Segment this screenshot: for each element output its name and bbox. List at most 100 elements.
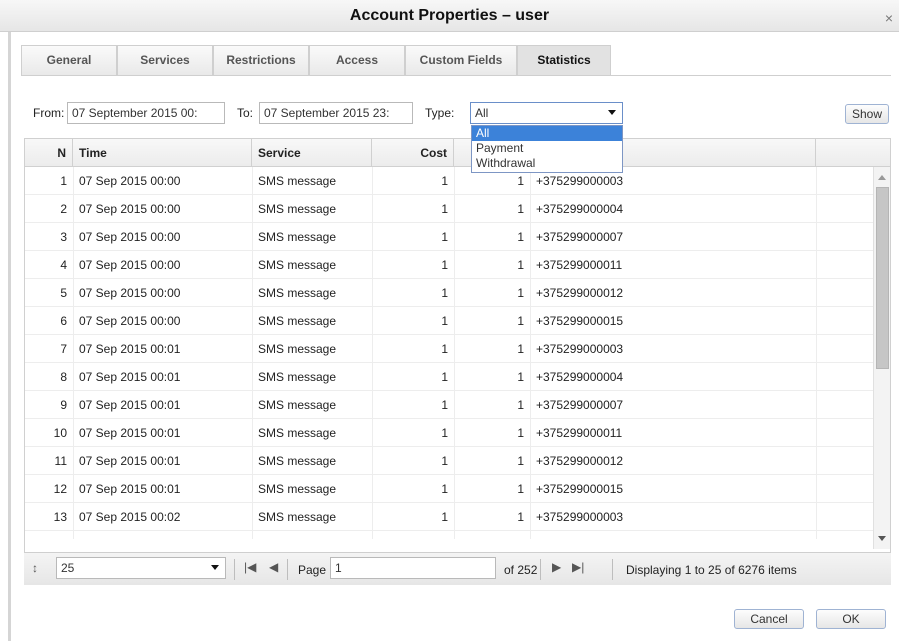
cell-count: 1 <box>517 510 524 524</box>
table-row[interactable]: 8 07 Sep 2015 00:01 SMS message 1 1 +37529900… <box>25 363 873 391</box>
column-separator <box>816 167 817 195</box>
table-row[interactable]: 1407 Sep 2015 00:02SMS message11+3752990… <box>25 531 873 539</box>
cell-n: 8 <box>60 370 67 384</box>
cancel-button[interactable]: Cancel <box>734 609 804 629</box>
from-date-field[interactable]: 07 September 2015 00: <box>67 102 225 124</box>
cell-service: SMS message <box>258 258 337 272</box>
type-dropdown-list: All Payment Withdrawal <box>471 125 623 173</box>
cell-time: 07 Sep 2015 00:01 <box>79 370 181 384</box>
resize-icon[interactable]: ↕ <box>32 561 38 575</box>
tab-restrictions[interactable]: Restrictions <box>213 45 309 75</box>
tab-services[interactable]: Services <box>117 45 213 75</box>
column-header-time[interactable]: Time <box>73 139 252 167</box>
scroll-down-icon[interactable] <box>878 536 886 541</box>
cell-n: 11 <box>54 454 67 468</box>
column-separator <box>816 195 817 223</box>
cell-service: SMS message <box>258 342 337 356</box>
cell-time: 07 Sep 2015 00:00 <box>79 286 181 300</box>
cell-recipient: +375299000003 <box>536 510 624 524</box>
cell-n: 3 <box>60 230 67 244</box>
column-separator <box>816 475 817 503</box>
next-page-icon[interactable]: ▶ <box>552 560 561 574</box>
type-select[interactable]: All <box>470 102 623 124</box>
table-row[interactable]: 2 07 Sep 2015 00:00 SMS message 1 1 +37529900… <box>25 195 873 223</box>
tab-custom-fields[interactable]: Custom Fields <box>405 45 517 75</box>
vertical-scrollbar[interactable] <box>873 167 890 549</box>
column-separator <box>816 335 817 363</box>
table-row[interactable]: 6 07 Sep 2015 00:00 SMS message 1 1 +37529900… <box>25 307 873 335</box>
pager-separator <box>234 559 235 580</box>
grid-header: N Time Service Cost <box>25 139 890 167</box>
filter-row: From: 07 September 2015 00: To: 07 Septe… <box>0 100 899 126</box>
table-row[interactable]: 10 07 Sep 2015 00:01 SMS message 1 1 +3752990… <box>25 419 873 447</box>
table-row[interactable]: 5 07 Sep 2015 00:00 SMS message 1 1 +37529900… <box>25 279 873 307</box>
table-row[interactable]: 4 07 Sep 2015 00:00 SMS message 1 1 +37529900… <box>25 251 873 279</box>
column-separator <box>816 307 817 335</box>
type-option-all[interactable]: All <box>472 126 622 141</box>
cell-time: 07 Sep 2015 00:01 <box>79 398 181 412</box>
column-header-service[interactable]: Service <box>252 139 372 167</box>
table-row[interactable]: 9 07 Sep 2015 00:01 SMS message 1 1 +37529900… <box>25 391 873 419</box>
table-row[interactable]: 7 07 Sep 2015 00:01 SMS message 1 1 +37529900… <box>25 335 873 363</box>
cell-count: 1 <box>517 454 524 468</box>
cell-service: SMS message <box>258 202 337 216</box>
cell-n: 12 <box>53 482 67 496</box>
ok-button[interactable]: OK <box>816 609 886 629</box>
last-page-icon[interactable]: ▶| <box>572 560 584 574</box>
cell-service: SMS message <box>252 531 372 539</box>
cell-cost: 1 <box>441 174 448 188</box>
cell-service: SMS message <box>258 510 337 524</box>
cell-recipient: +375299000007 <box>536 230 624 244</box>
first-page-icon[interactable]: |◀ <box>244 560 256 574</box>
cell-count: 1 <box>517 370 524 384</box>
table-row[interactable]: 12 07 Sep 2015 00:01 SMS message 1 1 +3752990… <box>25 475 873 503</box>
cell-recipient: +375299000012 <box>536 454 624 468</box>
table-row[interactable]: 11 07 Sep 2015 00:01 SMS message 1 1 +3752990… <box>25 447 873 475</box>
pager-separator <box>540 559 541 580</box>
cell-recipient: +375299000015 <box>536 482 624 496</box>
cell-recipient: +375299000011 <box>536 258 623 272</box>
show-button[interactable]: Show <box>845 104 889 124</box>
cell-count: 1 <box>517 398 524 412</box>
prev-page-icon[interactable]: ◀ <box>269 560 278 574</box>
cell-time: 07 Sep 2015 00:02 <box>73 531 252 539</box>
cell-cost: 1 <box>441 230 448 244</box>
cell-count: 1 <box>454 531 530 539</box>
cell-count: 1 <box>517 342 524 356</box>
tab-statistics[interactable]: Statistics <box>517 45 611 75</box>
scroll-thumb[interactable] <box>876 187 889 369</box>
type-option-payment[interactable]: Payment <box>472 141 622 156</box>
cell-time: 07 Sep 2015 00:00 <box>79 174 181 188</box>
cell-cost: 1 <box>441 286 448 300</box>
cell-count: 1 <box>517 314 524 328</box>
type-label: Type: <box>425 106 455 120</box>
tab-access[interactable]: Access <box>309 45 405 75</box>
cell-n: 5 <box>60 286 67 300</box>
cell-time: 07 Sep 2015 00:00 <box>79 230 181 244</box>
column-header-n[interactable]: N <box>25 139 73 167</box>
scroll-up-icon[interactable] <box>878 175 886 180</box>
column-separator <box>816 419 817 447</box>
table-row[interactable]: 1 07 Sep 2015 00:00 SMS message 1 1 +37529900… <box>25 167 873 195</box>
cell-cost: 1 <box>372 531 454 539</box>
table-row[interactable]: 13 07 Sep 2015 00:02 SMS message 1 1 +3752990… <box>25 503 873 531</box>
cell-recipient: +375299000004 <box>530 531 810 539</box>
tab-general[interactable]: General <box>21 45 117 75</box>
window-title: Account Properties – user <box>349 7 550 24</box>
chevron-down-icon <box>608 110 616 115</box>
cell-n: 1 <box>60 174 67 188</box>
cell-service: SMS message <box>258 398 337 412</box>
column-header-cost[interactable]: Cost <box>372 139 454 167</box>
to-date-field[interactable]: 07 September 2015 23: <box>259 102 413 124</box>
type-option-withdrawal[interactable]: Withdrawal <box>472 156 622 171</box>
cell-cost: 1 <box>441 258 448 272</box>
cell-cost: 1 <box>441 398 448 412</box>
cell-cost: 1 <box>441 454 448 468</box>
column-separator <box>816 447 817 475</box>
page-size-select[interactable]: 25 <box>56 557 226 579</box>
close-icon[interactable]: × <box>885 10 893 26</box>
page-number-input[interactable]: 1 <box>330 557 496 579</box>
table-row[interactable]: 3 07 Sep 2015 00:00 SMS message 1 1 +37529900… <box>25 223 873 251</box>
cell-time: 07 Sep 2015 00:01 <box>79 426 181 440</box>
title-bar: Account Properties – user × <box>0 0 899 32</box>
